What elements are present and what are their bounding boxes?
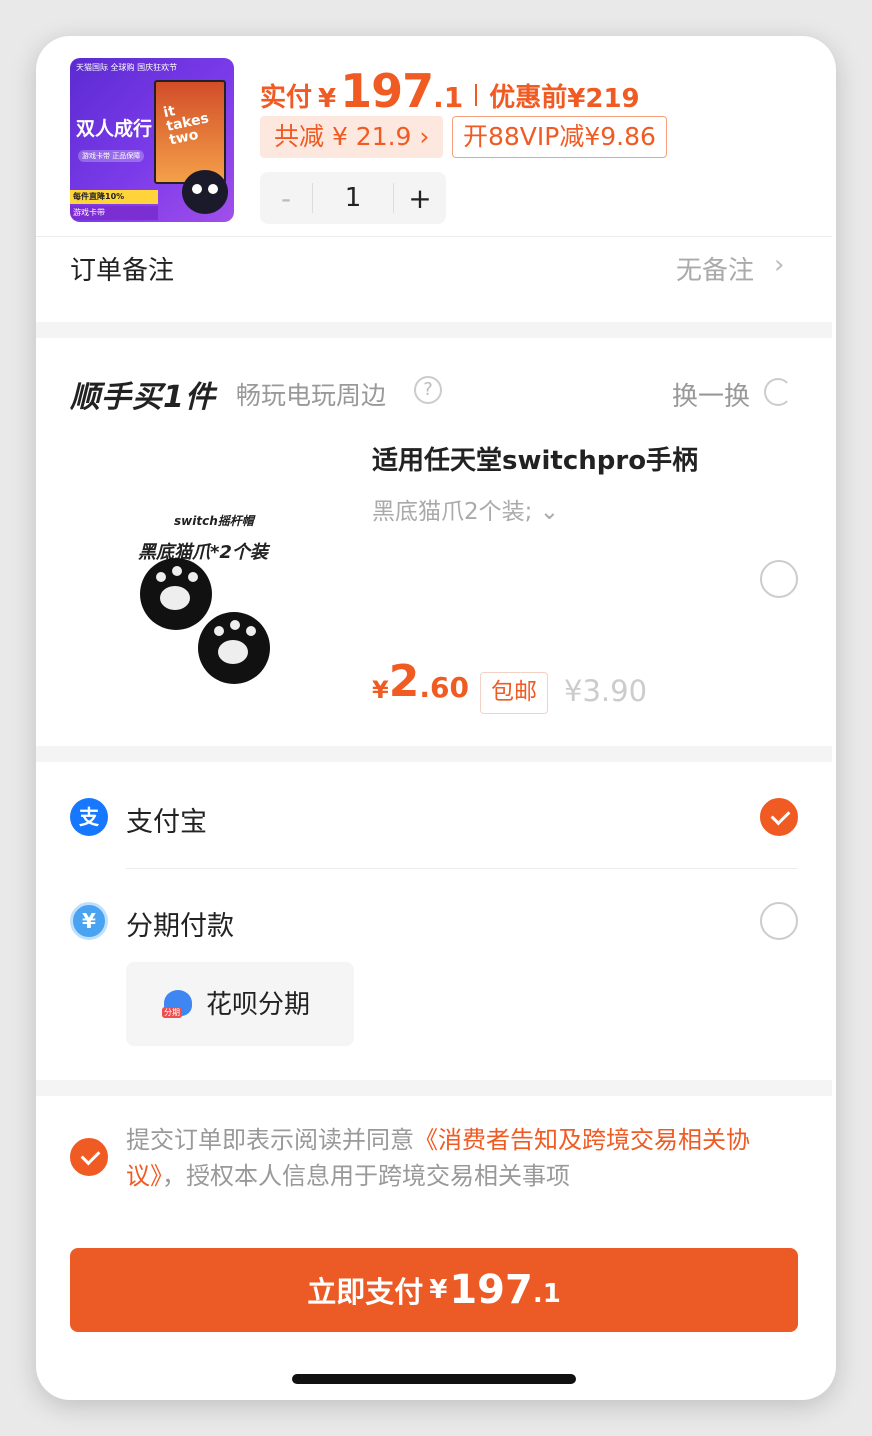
thumb-topbar: 天猫国际 全球购 国庆狂欢节	[76, 63, 178, 72]
addon-image-caption-main: 黑底猫爪*2个装	[138, 542, 268, 563]
section-gap	[36, 746, 832, 762]
addon-select-radio[interactable]	[760, 560, 798, 598]
actual-price-line: 实付 ¥ 197 .1 优惠前 ¥219	[260, 66, 640, 114]
thumb-promo2: 游戏卡带	[70, 206, 158, 220]
thumb-promo: 每件直降10%	[70, 190, 158, 204]
price-decimal: .1	[433, 81, 464, 114]
installment-icon: ¥	[70, 902, 108, 940]
paw-cap-icon	[198, 612, 270, 684]
installment-radio[interactable]	[760, 902, 798, 940]
huabei-installment-option[interactable]: 分期 花呗分期	[126, 962, 354, 1046]
order-remark-label: 订单备注	[70, 256, 175, 286]
section-gap	[36, 322, 832, 338]
quantity-value[interactable]: 1	[312, 183, 394, 213]
price-divider	[475, 84, 478, 106]
decrease-button[interactable]: -	[260, 182, 312, 215]
increase-button[interactable]: +	[394, 182, 446, 215]
alipay-icon: 支	[70, 798, 108, 836]
game-box-art: it takes two	[154, 80, 226, 184]
quantity-stepper: - 1 +	[260, 172, 446, 224]
agreement-checkbox[interactable]	[70, 1138, 108, 1176]
product-thumbnail[interactable]: 天猫国际 全球购 国庆狂欢节 it takes two 双人成行 游戏卡带 正品…	[70, 58, 234, 222]
section-gap	[36, 1080, 832, 1096]
huabei-icon: 分期	[162, 990, 192, 1018]
actual-price-label: 实付	[260, 83, 313, 113]
addon-price: ¥ 2 .60	[372, 656, 469, 707]
price-integer: 197	[340, 64, 434, 118]
divider	[126, 868, 798, 869]
alipay-label: 支付宝	[126, 807, 207, 838]
chevron-right-icon: ›	[774, 250, 785, 280]
paw-cap-icon	[140, 558, 212, 630]
payment-option-alipay[interactable]: 支 支付宝	[36, 762, 832, 866]
installment-label: 分期付款	[126, 911, 234, 942]
thumb-title: 双人成行	[76, 118, 153, 140]
addon-product-name[interactable]: 适用任天堂switchpro手柄	[372, 440, 698, 477]
addon-image-caption: switch摇杆帽	[174, 514, 254, 528]
swap-button[interactable]: 换一换	[672, 376, 750, 413]
before-discount-label: 优惠前	[489, 83, 568, 113]
huabei-label: 花呗分期	[206, 990, 311, 1020]
currency-symbol: ¥	[318, 84, 337, 114]
help-icon[interactable]: ?	[414, 376, 442, 404]
payment-option-installment[interactable]: ¥ 分期付款	[36, 870, 832, 954]
addon-subtitle: 畅玩电玩周边	[236, 381, 387, 410]
free-shipping-badge: 包邮	[480, 672, 548, 714]
order-remark-row[interactable]: 订单备注 无备注 ›	[36, 236, 832, 320]
refresh-icon[interactable]	[764, 378, 792, 406]
vip-discount-pill[interactable]: 开88VIP减¥9.86	[452, 116, 667, 158]
agreement-text: 提交订单即表示阅读并同意《消费者告知及跨境交易相关协议》，授权本人信息用于跨境交…	[126, 1126, 750, 1190]
pay-now-button[interactable]: 立即支付 ¥ 197 .1	[70, 1248, 798, 1332]
total-discount-pill[interactable]: 共减 ¥ 21.9 ›	[260, 116, 444, 158]
addon-title: 顺手买1件	[70, 380, 216, 415]
addon-product-image[interactable]: switch摇杆帽 黑底猫爪*2个装	[70, 440, 356, 734]
home-indicator[interactable]	[292, 1374, 576, 1384]
checkout-sheet: 天猫国际 全球购 国庆狂欢节 it takes two 双人成行 游戏卡带 正品…	[36, 36, 836, 1400]
before-discount-price: ¥219	[567, 84, 640, 114]
addon-variant-selector[interactable]: 黑底猫爪2个装; ⌄	[372, 492, 559, 526]
tmall-cat-icon	[182, 170, 228, 214]
alipay-radio-checked[interactable]	[760, 798, 798, 836]
order-remark-value: 无备注	[676, 256, 755, 286]
thumb-pill: 游戏卡带 正品保障	[78, 150, 145, 162]
addon-original-price: ¥3.90	[564, 674, 648, 708]
